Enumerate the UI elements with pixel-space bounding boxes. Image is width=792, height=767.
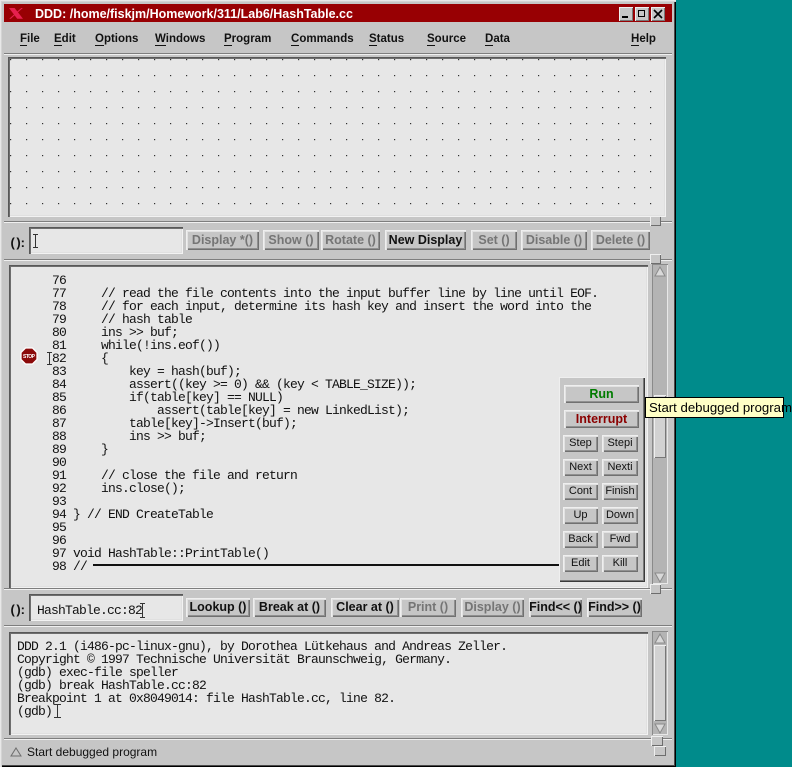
svg-text:STOP: STOP	[23, 354, 36, 360]
